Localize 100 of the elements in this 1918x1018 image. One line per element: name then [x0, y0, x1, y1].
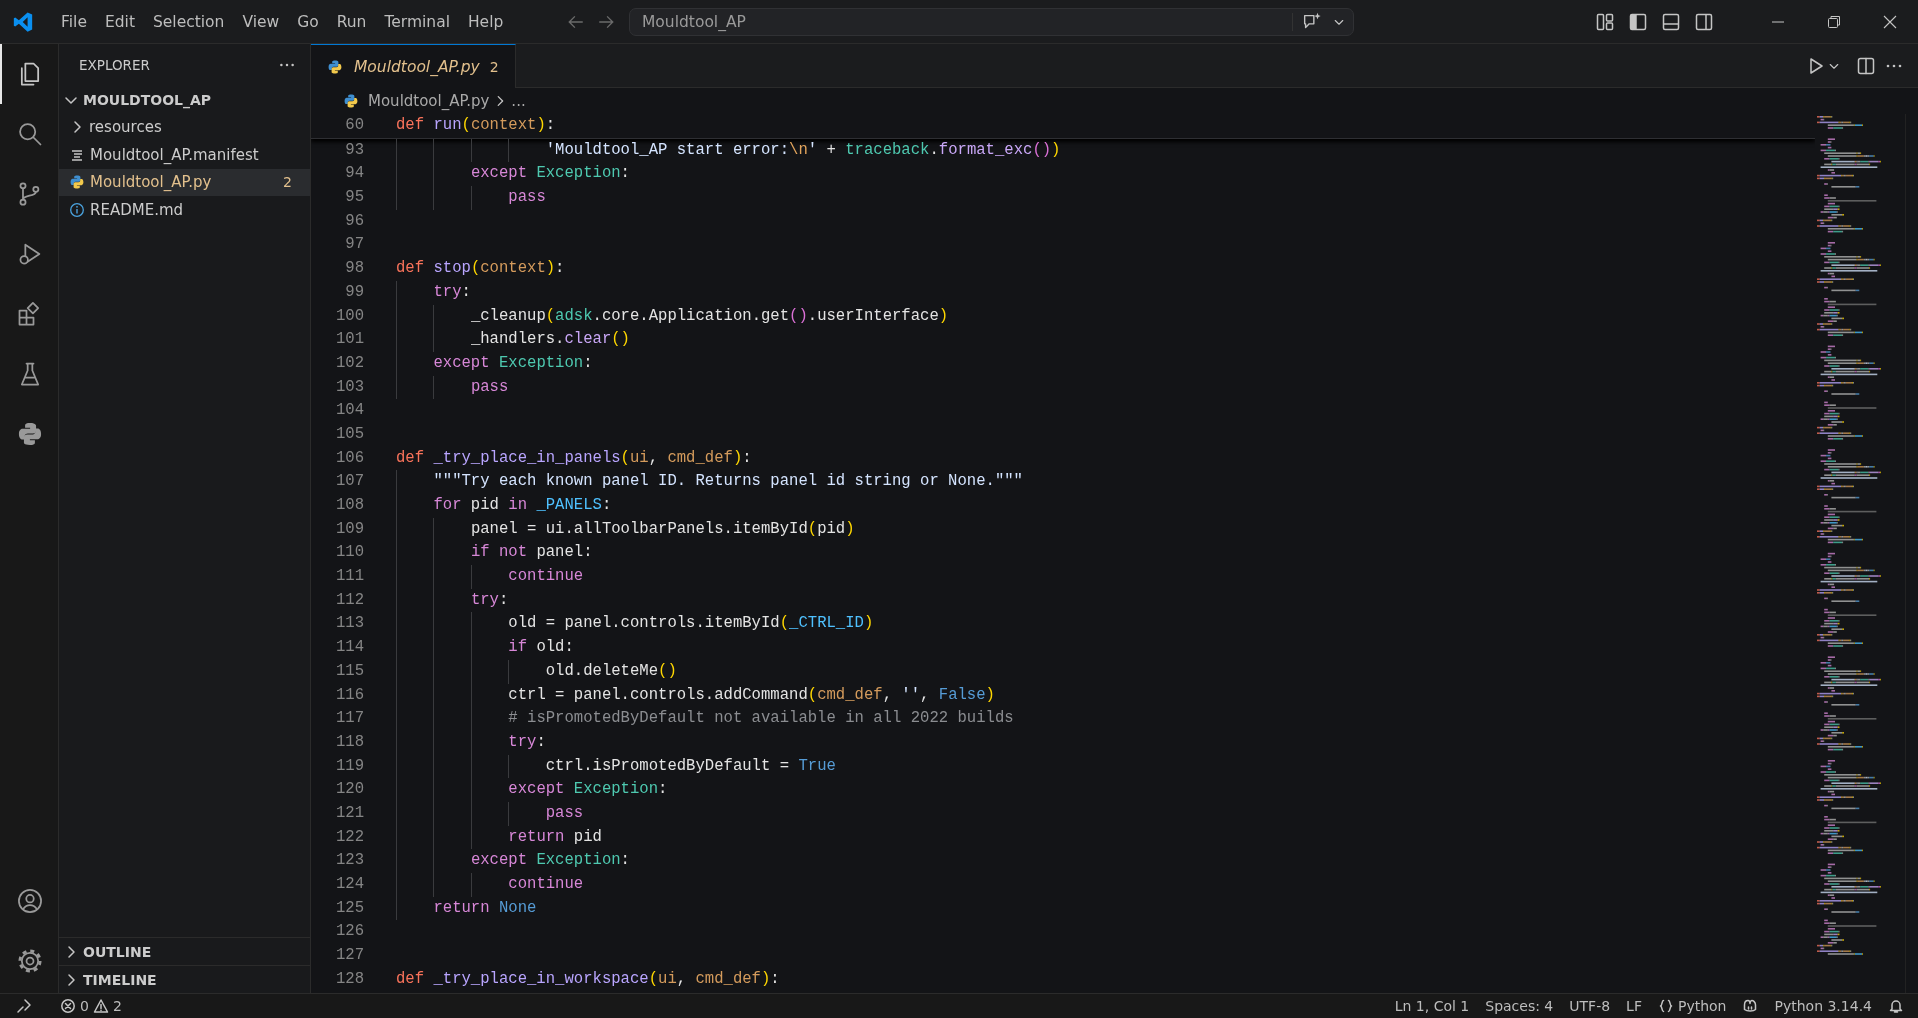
- folder-row[interactable]: MOULDTOOL_AP: [59, 86, 310, 114]
- code-line: try:: [396, 588, 509, 613]
- line-number: 110: [334, 542, 364, 564]
- line-number: 95: [344, 187, 364, 209]
- code-line: except Exception:: [396, 849, 630, 873]
- code-line: if old:: [396, 636, 574, 660]
- primary-sidebar-toggle-icon[interactable]: [1628, 11, 1648, 32]
- python-file-icon: [327, 58, 343, 75]
- code-line: for pid in _PANELS:: [396, 494, 612, 518]
- split-editor-icon[interactable]: [1856, 55, 1876, 76]
- command-center-search[interactable]: Mouldtool_AP: [629, 7, 1354, 36]
- copilot-icon[interactable]: [1742, 998, 1759, 1014]
- line-number: 117: [334, 708, 364, 730]
- status-item[interactable]: UTF-8: [1561, 994, 1619, 1018]
- file-row[interactable]: Mouldtool_AP.manifest: [59, 141, 310, 169]
- code-line: continue: [396, 565, 584, 589]
- warning-count[interactable]: 2: [112, 998, 122, 1014]
- problem-count: 2: [489, 58, 499, 75]
- code-line: old = panel.controls.itemById(_CTRL_ID): [396, 612, 874, 637]
- status-item[interactable]: Ln 1, Col 1: [1386, 994, 1478, 1018]
- code-line: except Exception:: [396, 351, 593, 376]
- line-number: 120: [334, 779, 364, 801]
- code-line: try:: [396, 730, 546, 755]
- braces-icon[interactable]: [1657, 998, 1674, 1014]
- code-line: pass: [396, 375, 509, 400]
- menu-item[interactable]: File: [52, 8, 96, 35]
- line-number: 111: [334, 566, 364, 588]
- menu-item[interactable]: Run: [327, 8, 376, 35]
- line-number: 108: [334, 495, 364, 516]
- line-number: 113: [334, 613, 364, 635]
- search-text: Mouldtool_AP: [642, 12, 747, 31]
- code-line: except Exception:: [396, 162, 630, 187]
- code-line: ctrl.isPromotedByDefault = True: [396, 754, 836, 779]
- line-number: 118: [334, 731, 364, 753]
- menu-item[interactable]: View: [233, 8, 289, 35]
- menu-item[interactable]: Selection: [143, 8, 234, 35]
- line-number: 124: [334, 874, 364, 895]
- breadcrumb-item[interactable]: Mouldtool_AP.py: [368, 92, 490, 110]
- error-count[interactable]: 0: [80, 998, 89, 1014]
- file-row[interactable]: Mouldtool_AP.py 2: [59, 168, 310, 196]
- line-number: 115: [334, 660, 364, 682]
- code-line: def run(context):: [396, 115, 556, 136]
- line-number: 102: [334, 352, 364, 374]
- warning-icon[interactable]: [92, 998, 109, 1014]
- code-line: old.deleteMe(): [396, 659, 677, 684]
- customize-layout-icon[interactable]: [1595, 11, 1615, 32]
- line-number: 126: [334, 921, 364, 943]
- file-row[interactable]: README.md: [59, 196, 310, 224]
- notifications-icon[interactable]: [1888, 998, 1904, 1014]
- app-logo: [12, 10, 34, 33]
- code-line: continue: [396, 873, 584, 897]
- section-header[interactable]: OUTLINE: [59, 937, 310, 965]
- close-icon[interactable]: [1883, 14, 1897, 29]
- line-number: 93: [344, 139, 364, 161]
- breadcrumb-item[interactable]: ...: [511, 92, 526, 110]
- line-number: 101: [334, 329, 364, 351]
- code-line: except Exception:: [396, 778, 668, 802]
- menu-item[interactable]: Go: [288, 8, 328, 35]
- line-number: 112: [334, 589, 364, 611]
- menu-item[interactable]: Edit: [95, 8, 144, 35]
- code-line: def stop(context):: [396, 258, 565, 280]
- line-number: 127: [334, 945, 364, 967]
- secondary-sidebar-toggle-icon[interactable]: [1694, 11, 1714, 32]
- info-file-icon: [69, 201, 85, 218]
- line-number: 103: [334, 376, 364, 398]
- status-item[interactable]: LF: [1618, 994, 1650, 1018]
- error-icon[interactable]: [60, 998, 76, 1014]
- file-row[interactable]: resources: [59, 113, 310, 141]
- line-number: 106: [334, 447, 364, 469]
- code-line: panel = ui.allToolbarPanels.itemById(pid): [396, 517, 855, 542]
- code-line: pass: [396, 186, 546, 210]
- line-number: 116: [334, 684, 364, 706]
- code-line: if not panel:: [396, 541, 593, 566]
- sidebar-title: EXPLORER: [79, 57, 151, 73]
- line-number: 96: [344, 210, 364, 232]
- code-line: def _try_place_in_workspace(ui, cmd_def):: [396, 968, 780, 990]
- code-line: pass: [396, 801, 584, 826]
- line-number: 60: [344, 115, 364, 136]
- line-number: 105: [334, 423, 364, 445]
- code-line: return None: [396, 896, 537, 921]
- code-line: 'Mouldtool_AP start error:\n' + traceback.format_exc()): [396, 138, 1061, 163]
- status-item[interactable]: Spaces: 4: [1477, 994, 1562, 1018]
- line-number: 109: [334, 518, 364, 540]
- language-mode[interactable]: Python: [1677, 998, 1727, 1014]
- status-item[interactable]: Python 3.14.4: [1766, 994, 1880, 1018]
- code-line: _cleanup(adsk.core.Application.get().userInterface): [396, 304, 949, 329]
- menu-item[interactable]: Help: [458, 8, 513, 35]
- line-number: 123: [334, 850, 364, 872]
- menu-item[interactable]: Terminal: [375, 8, 459, 35]
- panel-toggle-icon[interactable]: [1661, 11, 1681, 32]
- editor-tab[interactable]: Mouldtool_AP.py 2: [311, 44, 516, 88]
- python-file-icon: [343, 93, 359, 109]
- line-number: 104: [334, 400, 364, 422]
- remote-icon[interactable]: [16, 998, 32, 1014]
- code-line: # isPromotedByDefault not available in all 2022 builds: [396, 707, 1014, 731]
- code-line: _handlers.clear(): [396, 328, 630, 352]
- code-line: return pid: [396, 825, 602, 850]
- restore-icon[interactable]: [1827, 14, 1841, 29]
- line-number: 121: [334, 802, 364, 824]
- line-number: 107: [334, 471, 364, 493]
